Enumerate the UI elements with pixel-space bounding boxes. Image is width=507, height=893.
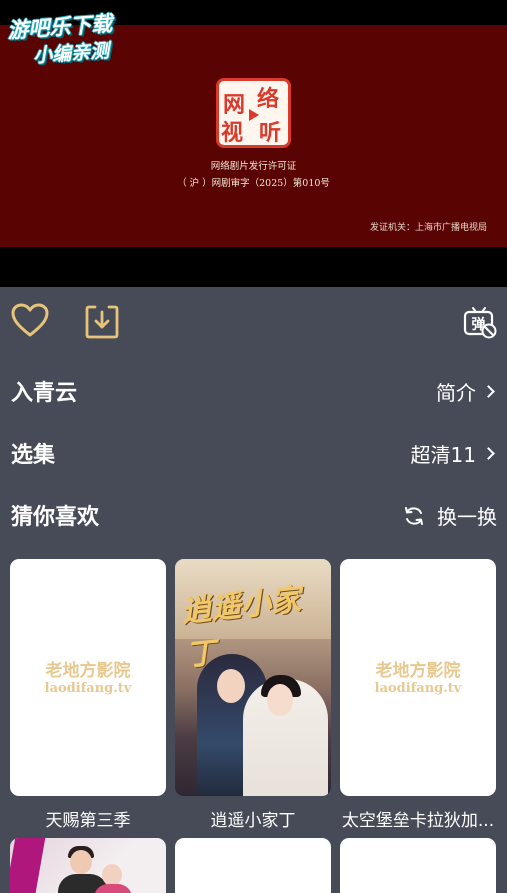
chevron-right-icon	[482, 385, 495, 398]
chevron-right-icon	[482, 447, 495, 460]
poster-figure	[267, 684, 293, 716]
video-player[interactable]: 网 络 视 听 网络剧片发行许可证 （ 沪 ）网剧审字（2025）第010号 发…	[0, 0, 507, 287]
quality-label: 超清11	[410, 443, 476, 467]
recommend-label: 猜你喜欢	[11, 505, 100, 530]
license-title: 网络剧片发行许可证	[210, 161, 297, 172]
recommend-header: 猜你喜欢 换一换	[0, 494, 507, 534]
danmaku-off-icon: 弹	[463, 307, 497, 339]
heart-icon	[11, 303, 49, 337]
detail-row[interactable]: 入青云 简介	[0, 370, 507, 410]
refresh-icon	[405, 506, 423, 525]
seal-char: 听	[259, 120, 282, 146]
favorite-button[interactable]	[11, 303, 49, 339]
play-triangle-icon	[249, 109, 259, 121]
episodes-row[interactable]: 选集 超清11	[0, 432, 507, 472]
placeholder-brand: 老地方影院	[45, 661, 131, 681]
recommend-card[interactable]	[175, 838, 331, 893]
license-issuer: 发证机关：上海市广播电视局	[369, 223, 487, 233]
license-number: （ 沪 ）网剧审字（2025）第010号	[177, 178, 330, 189]
refresh-label: 换一换	[437, 505, 497, 529]
poster-figure	[70, 850, 92, 874]
recommend-card[interactable]	[340, 838, 496, 893]
placeholder-url: laodifang.tv	[374, 681, 462, 696]
recommend-card[interactable]: 老地方影院 laodifang.tv	[340, 559, 496, 796]
watermark-logo: 游吧乐下载 小编亲测	[6, 5, 149, 70]
recommend-card[interactable]: 逍遥小家丁	[175, 559, 331, 796]
download-button[interactable]	[84, 304, 120, 340]
recommend-card[interactable]: 老地方影院 laodifang.tv	[10, 559, 166, 796]
refresh-button[interactable]: 换一换	[403, 501, 497, 530]
card-title[interactable]: 天赐第三季	[8, 806, 168, 831]
poster-figure	[102, 864, 122, 886]
app-root: 网 络 视 听 网络剧片发行许可证 （ 沪 ）网剧审字（2025）第010号 发…	[0, 0, 507, 893]
recommend-card[interactable]	[10, 838, 166, 893]
danmaku-toggle-button[interactable]: 弹	[463, 305, 497, 339]
quality-selector[interactable]: 超清11	[410, 439, 495, 468]
intro-label: 简介	[436, 381, 476, 405]
poster-figure	[217, 669, 245, 703]
download-icon	[85, 305, 119, 339]
seal-char: 络	[257, 86, 280, 112]
poster-background	[10, 838, 46, 893]
seal-char: 视	[221, 120, 244, 146]
poster-title: 逍遥小家丁	[179, 582, 303, 674]
intro-link[interactable]: 简介	[436, 377, 495, 406]
card-title[interactable]: 太空堡垒卡拉狄加...	[338, 806, 498, 831]
license-seal-logo: 网 络 视 听	[216, 78, 291, 148]
poster-figure	[94, 884, 132, 893]
drama-title: 入青云	[11, 381, 78, 406]
episodes-label: 选集	[11, 443, 56, 468]
placeholder-brand: 老地方影院	[375, 661, 461, 681]
card-title[interactable]: 逍遥小家丁	[173, 806, 333, 831]
placeholder-url: laodifang.tv	[44, 681, 132, 696]
